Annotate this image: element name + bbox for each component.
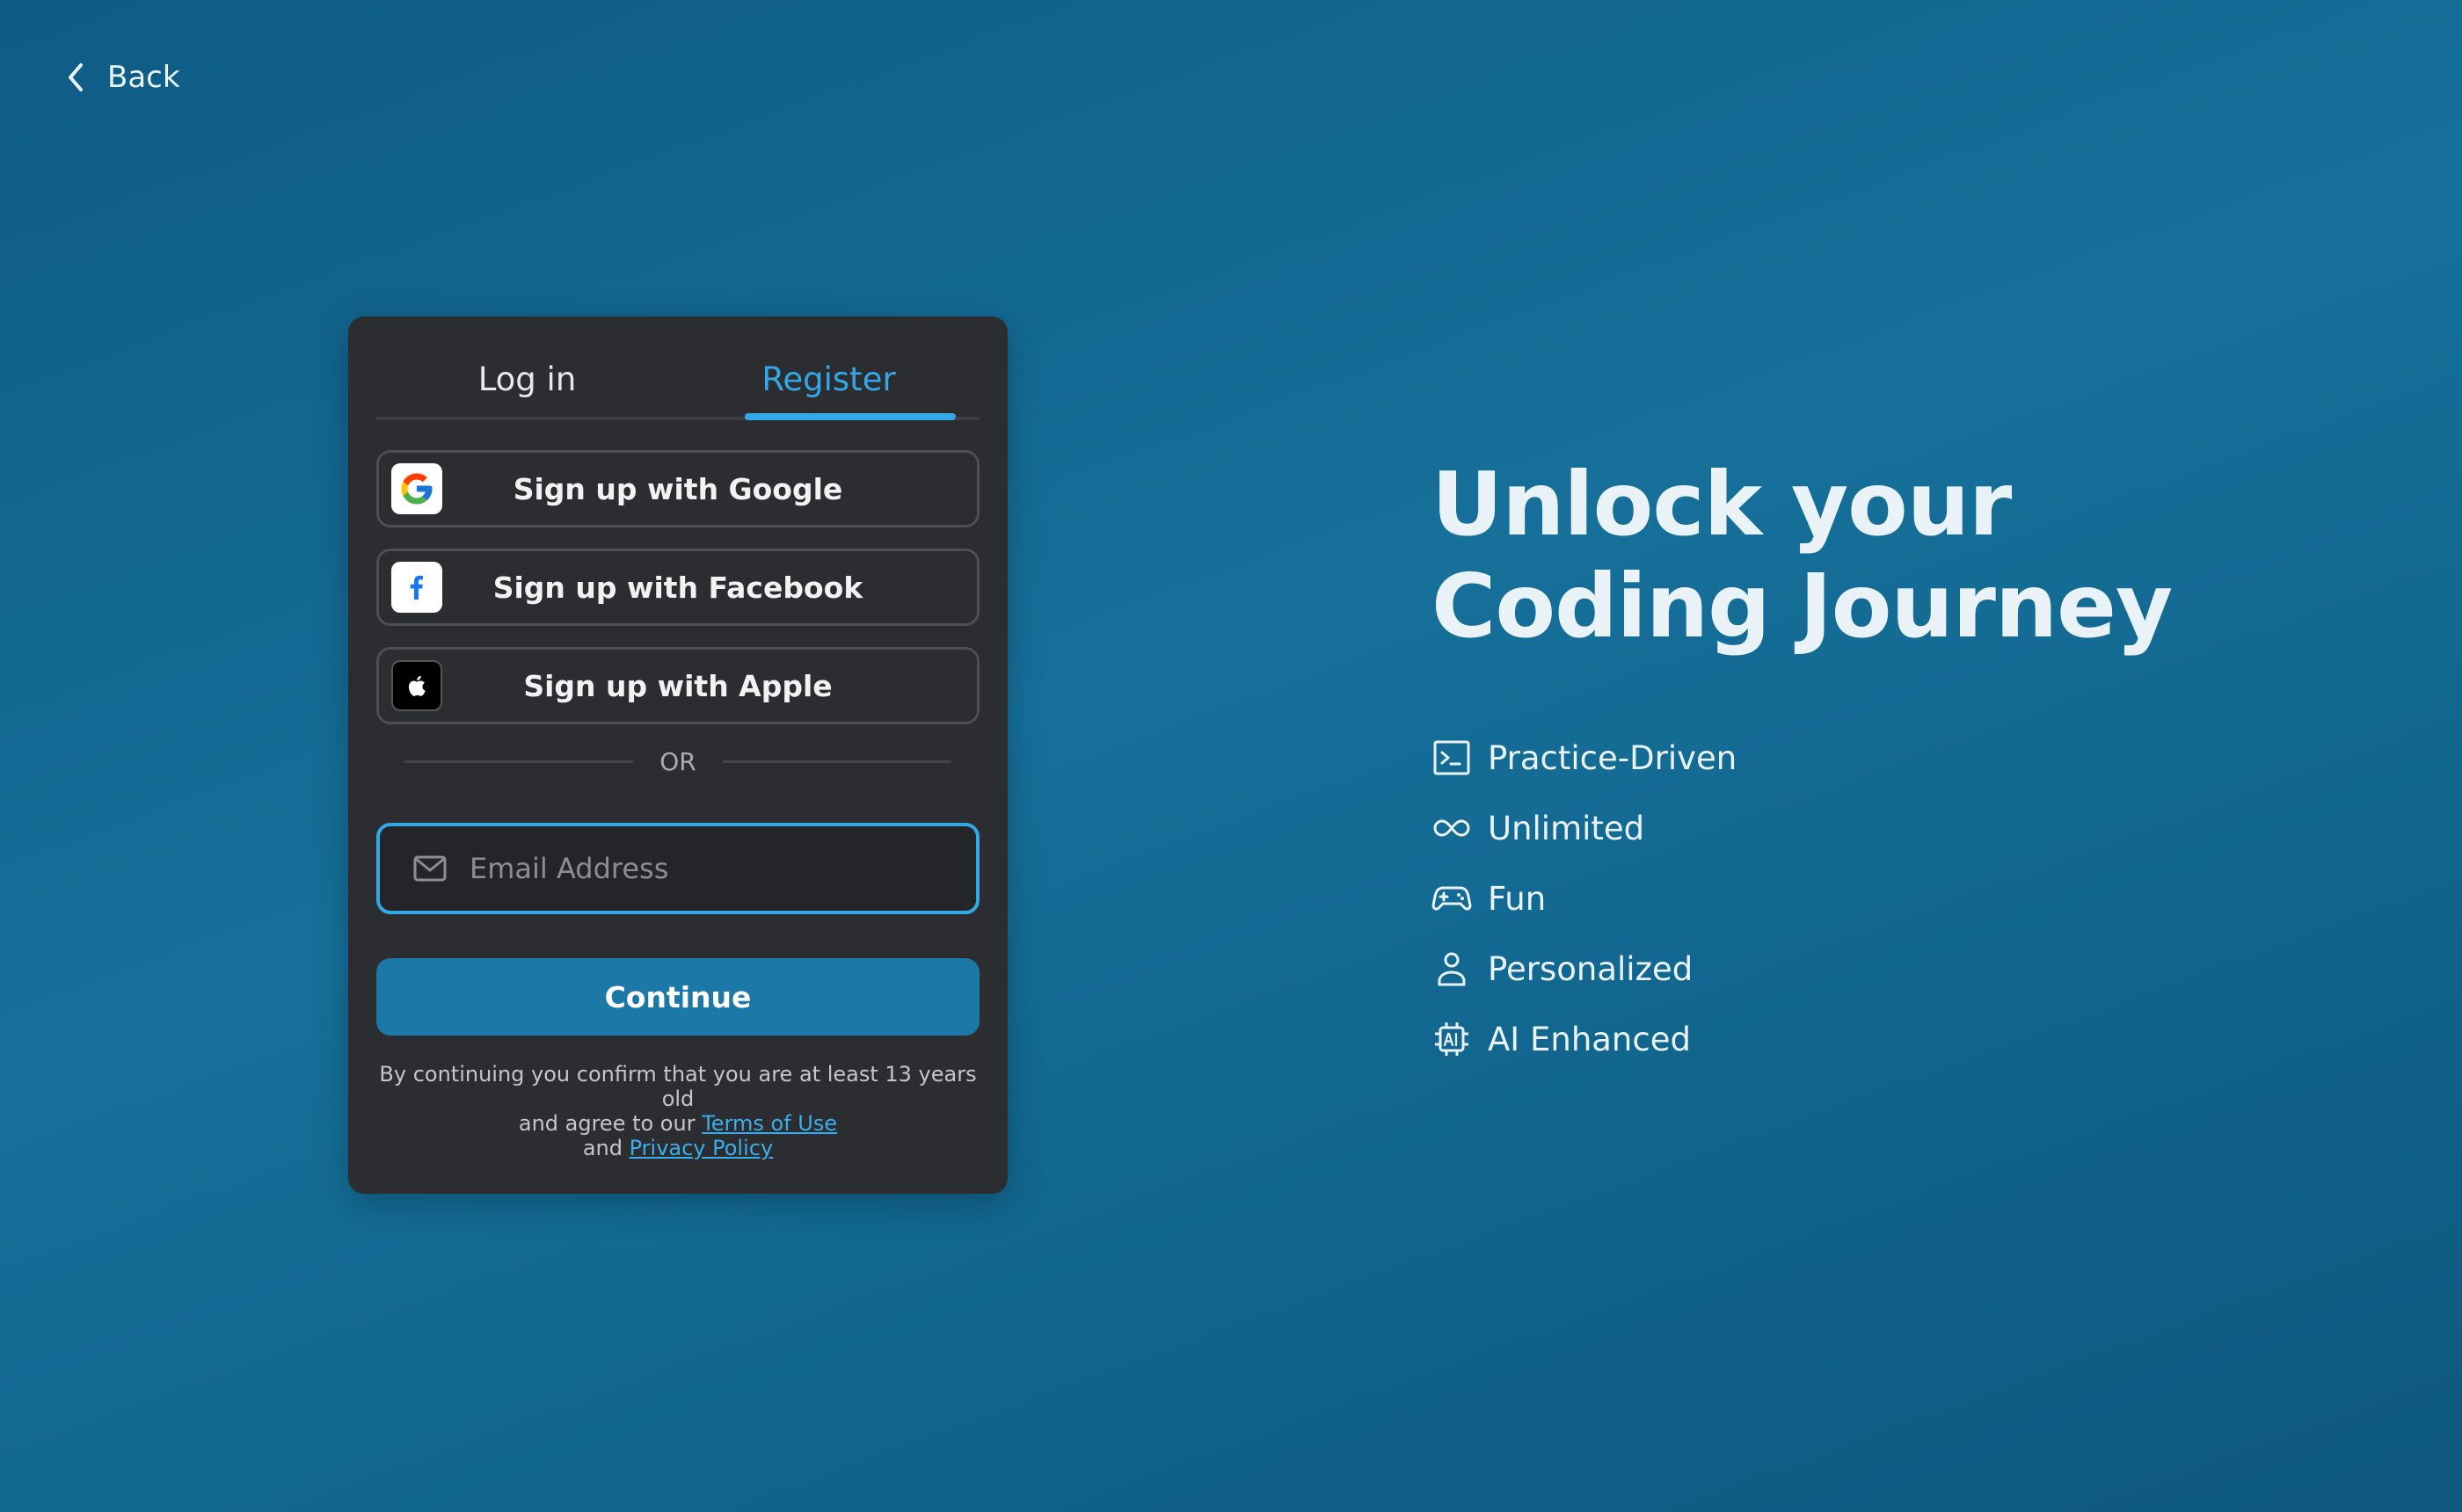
- gamepad-icon: [1431, 886, 1472, 911]
- headline-line-2: Coding Journey: [1431, 555, 2173, 658]
- legal-and-text: and: [582, 1136, 623, 1160]
- privacy-policy-link[interactable]: Privacy Policy: [630, 1136, 774, 1160]
- ai-chip-icon: [1435, 1022, 1468, 1056]
- back-link[interactable]: Back: [63, 56, 180, 98]
- legal-notice: By continuing you confirm that you are a…: [366, 1062, 990, 1160]
- tab-register[interactable]: Register: [678, 341, 980, 420]
- divider-line: [404, 760, 634, 763]
- google-signup-label: Sign up with Google: [513, 471, 843, 506]
- user-icon: [1438, 952, 1466, 986]
- feature-item: Practice-Driven: [1431, 723, 1737, 793]
- feature-item: AI Enhanced: [1431, 1004, 1737, 1074]
- legal-line-2: and agree to our Terms of Use: [366, 1111, 990, 1136]
- terminal-icon: [1433, 740, 1470, 775]
- headline-line-1: Unlock your: [1431, 453, 2012, 556]
- divider-line: [722, 760, 951, 763]
- facebook-signup-button[interactable]: Sign up with Facebook: [376, 549, 980, 626]
- or-label: OR: [659, 746, 696, 776]
- feature-list: Practice-Driven Unlimited Fun Personaliz…: [1431, 723, 1737, 1074]
- facebook-icon: [391, 562, 442, 613]
- apple-signup-button[interactable]: Sign up with Apple: [376, 647, 980, 724]
- back-label: Back: [107, 60, 180, 95]
- apple-icon: [391, 660, 442, 711]
- or-divider: OR: [404, 744, 951, 779]
- facebook-signup-label: Sign up with Facebook: [492, 570, 863, 605]
- active-tab-indicator: [745, 413, 956, 420]
- legal-line-1: By continuing you confirm that you are a…: [379, 1062, 977, 1111]
- feature-item: Fun: [1431, 863, 1737, 934]
- continue-button[interactable]: Continue: [376, 958, 980, 1036]
- terms-of-use-link[interactable]: Terms of Use: [702, 1111, 837, 1136]
- feature-item: Personalized: [1431, 934, 1737, 1004]
- feature-label: Personalized: [1488, 949, 1694, 988]
- email-field[interactable]: [376, 823, 980, 914]
- apple-signup-label: Sign up with Apple: [523, 668, 833, 703]
- feature-label: AI Enhanced: [1488, 1020, 1691, 1058]
- google-signup-button[interactable]: Sign up with Google: [376, 450, 980, 527]
- mail-icon: [413, 855, 447, 882]
- feature-label: Fun: [1488, 879, 1547, 918]
- legal-agree-text: and agree to our: [518, 1111, 696, 1136]
- legal-line-3: and Privacy Policy: [366, 1136, 990, 1160]
- chevron-left-icon: [69, 63, 83, 91]
- tab-login[interactable]: Log in: [376, 341, 678, 417]
- auth-card: Log in Register Sign up with Google Sign…: [348, 316, 1008, 1194]
- headline: Unlock your Coding Journey: [1431, 454, 2223, 658]
- feature-label: Unlimited: [1488, 809, 1645, 847]
- auth-tabs: Log in Register: [376, 341, 980, 420]
- feature-item: Unlimited: [1431, 793, 1737, 863]
- infinity-icon: [1433, 819, 1470, 837]
- email-input[interactable]: [470, 852, 962, 885]
- tab-login-label: Log in: [477, 360, 577, 398]
- google-icon: [391, 463, 442, 514]
- feature-label: Practice-Driven: [1488, 738, 1737, 777]
- tab-register-label: Register: [761, 360, 896, 398]
